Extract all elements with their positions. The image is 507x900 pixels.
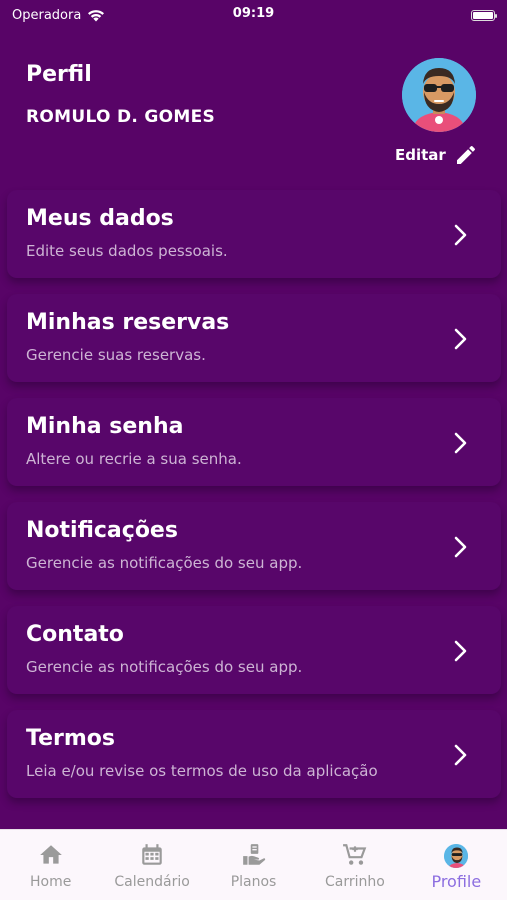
status-bar: Operadora 09:19 (0, 0, 507, 30)
menu-item-notificacoes[interactable]: Notificações Gerencie as notificações do… (7, 502, 501, 590)
menu-item-contato[interactable]: Contato Gerencie as notificações do seu … (7, 606, 501, 694)
chevron-right-icon (454, 224, 467, 246)
tab-label: Carrinho (325, 874, 385, 890)
avatar (444, 844, 469, 868)
tab-label: Planos (230, 874, 277, 890)
menu-item-title: Contato (26, 622, 124, 647)
menu-item-title: Minhas reservas (26, 310, 230, 335)
chevron-right-icon (454, 328, 467, 350)
menu-item-subtitle: Leia e/ou revise os termos de uso da apl… (26, 762, 378, 780)
tab-label: Calendário (114, 874, 190, 890)
cart-icon (343, 844, 367, 865)
tab-calendario[interactable]: Calendário (101, 830, 202, 900)
chevron-right-icon (454, 744, 467, 766)
chevron-right-icon (454, 640, 467, 662)
plans-icon (242, 844, 265, 865)
edit-profile-link[interactable]: Editar (395, 143, 478, 167)
menu-item-minhas-reservas[interactable]: Minhas reservas Gerencie suas reservas. (7, 294, 501, 382)
menu-item-meus-dados[interactable]: Meus dados Edite seus dados pessoais. (7, 190, 501, 278)
tab-home[interactable]: Home (0, 830, 101, 900)
tab-planos[interactable]: Planos (203, 830, 304, 900)
menu-item-termos[interactable]: Termos Leia e/ou revise os termos de uso… (7, 710, 501, 798)
menu-item-subtitle: Edite seus dados pessoais. (26, 242, 228, 260)
menu-item-title: Termos (26, 726, 115, 751)
profile-menu: Meus dados Edite seus dados pessoais. Mi… (7, 190, 501, 814)
menu-item-subtitle: Gerencie as notificações do seu app. (26, 658, 303, 676)
user-name: ROMULO D. GOMES (26, 107, 216, 127)
menu-item-subtitle: Gerencie as notificações do seu app. (26, 554, 303, 572)
menu-item-title: Notificações (26, 518, 178, 543)
tab-profile[interactable]: Profile (406, 830, 507, 900)
home-icon (39, 845, 62, 864)
battery-icon (471, 9, 497, 21)
edit-label: Editar (395, 146, 446, 164)
status-time: 09:19 (232, 6, 275, 21)
menu-item-title: Meus dados (26, 206, 174, 231)
chevron-right-icon (454, 432, 467, 454)
bottom-tab-bar: Home Calendário Planos Carrinho Profile (0, 829, 507, 900)
avatar[interactable] (402, 58, 476, 132)
menu-item-minha-senha[interactable]: Minha senha Altere ou recrie a sua senha… (7, 398, 501, 486)
menu-item-title: Minha senha (26, 414, 184, 439)
pencil-icon (456, 145, 475, 164)
tab-label: Home (30, 874, 72, 890)
page-title: Perfil (26, 62, 92, 87)
tab-label: Profile (431, 872, 482, 891)
chevron-right-icon (454, 536, 467, 558)
tab-carrinho[interactable]: Carrinho (304, 830, 405, 900)
menu-item-subtitle: Gerencie suas reservas. (26, 346, 206, 364)
calendar-icon (142, 844, 162, 865)
profile-header: Perfil ROMULO D. GOMES (26, 62, 215, 127)
menu-item-subtitle: Altere ou recrie a sua senha. (26, 450, 242, 468)
